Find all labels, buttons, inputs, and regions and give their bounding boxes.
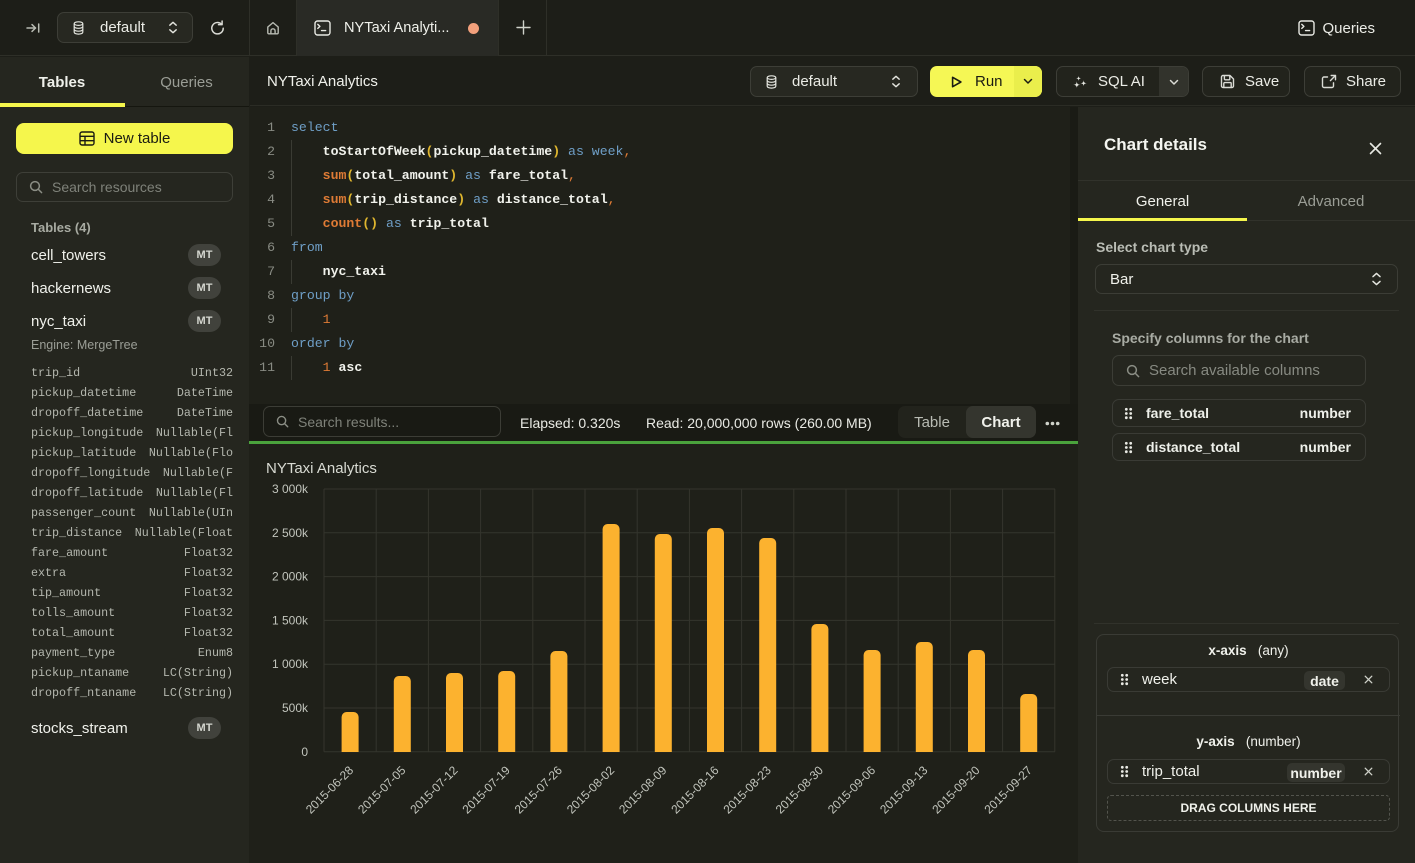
- svg-text:1 500k: 1 500k: [272, 613, 309, 627]
- svg-text:2015-08-23: 2015-08-23: [721, 763, 775, 817]
- svg-text:2015-07-12: 2015-07-12: [407, 763, 461, 817]
- svg-text:500k: 500k: [282, 701, 309, 715]
- svg-text:2015-07-26: 2015-07-26: [512, 763, 566, 817]
- svg-text:2015-07-05: 2015-07-05: [355, 763, 409, 817]
- svg-text:2 000k: 2 000k: [272, 570, 309, 584]
- svg-text:2015-07-19: 2015-07-19: [460, 763, 514, 817]
- svg-text:3 000k: 3 000k: [272, 482, 309, 496]
- svg-text:2015-09-06: 2015-09-06: [825, 763, 879, 817]
- svg-text:2015-08-02: 2015-08-02: [564, 763, 618, 817]
- svg-text:2015-08-30: 2015-08-30: [773, 763, 827, 817]
- svg-text:2015-08-09: 2015-08-09: [616, 763, 670, 817]
- svg-text:2015-09-27: 2015-09-27: [982, 763, 1036, 817]
- svg-text:2015-06-28: 2015-06-28: [303, 763, 357, 817]
- svg-text:1 000k: 1 000k: [272, 657, 309, 671]
- svg-text:2015-09-20: 2015-09-20: [929, 763, 983, 817]
- svg-text:2 500k: 2 500k: [272, 526, 309, 540]
- svg-text:2015-08-16: 2015-08-16: [668, 763, 722, 817]
- svg-text:2015-09-13: 2015-09-13: [877, 763, 931, 817]
- svg-text:0: 0: [301, 745, 308, 759]
